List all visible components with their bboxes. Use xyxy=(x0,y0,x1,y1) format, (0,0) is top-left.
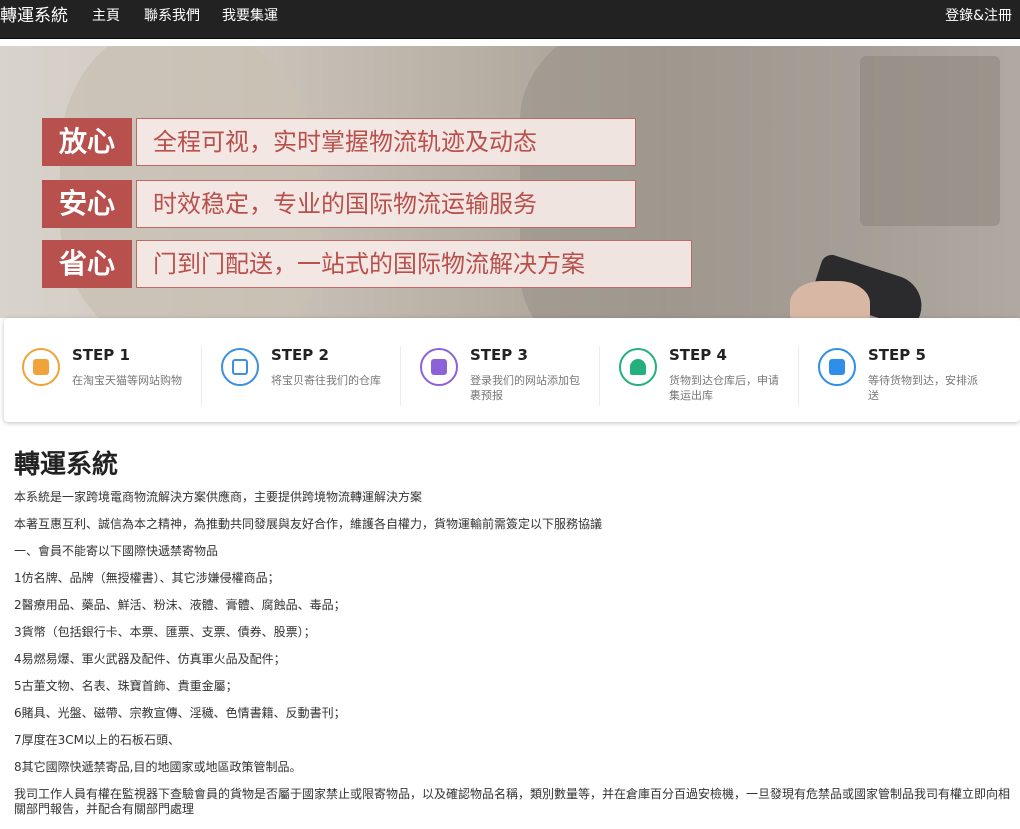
wallet-icon xyxy=(420,348,458,386)
paragraph: 本系統是一家跨境電商物流解決方案供應商，主要提供跨境物流轉運解決方案 xyxy=(14,490,423,504)
step-description: 登录我们的网站添加包裹预报 xyxy=(470,374,580,402)
step-description: 等待货物到达，安排派送 xyxy=(868,374,978,402)
paragraph: 1仿名牌、品牌（無授權書）、其它涉嫌侵權商品； xyxy=(14,571,280,585)
paragraph: 一、會員不能寄以下國際快遞禁寄物品 xyxy=(14,544,219,558)
paragraph: 7厚度在3CM以上的石板石頭、 xyxy=(14,733,181,747)
clipboard-check-icon xyxy=(818,348,856,386)
banner-slogan-3: 省心 门到门配送，一站式的国际物流解决方案 xyxy=(42,240,692,288)
paragraph: 4易燃易爆、軍火武器及配件、仿真軍火品及配件； xyxy=(14,652,286,666)
slogan-text: 时效稳定，专业的国际物流运输服务 xyxy=(136,180,636,228)
paragraph: 本著互惠互利、誠信為本之精神，為推動共同發展與友好合作，維護各自權力，貨物運輸前… xyxy=(14,517,603,531)
paragraph: 6賭具、光盤、磁帶、宗教宣傳、淫穢、色情書籍、反動書刊； xyxy=(14,706,346,720)
paragraph: 8其它國際快遞禁寄品,目的地國家或地區政策管制品。 xyxy=(14,760,302,774)
page-title: 轉運系統 xyxy=(14,450,119,480)
shipping-steps-panel: STEP 1 在淘宝天猫等网站购物 STEP 2 将宝贝寄往我们的仓库 STEP… xyxy=(4,318,1020,422)
banner-slogan-2: 安心 时效稳定，专业的国际物流运输服务 xyxy=(42,180,636,228)
paragraph: 我司工作人員有權在監視器下查驗會員的貨物是否屬于國家禁止或限寄物品，以及確認物品… xyxy=(14,787,1011,816)
brand-logo[interactable]: 轉運系統 xyxy=(0,0,68,32)
nav-link-home[interactable]: 主頁 xyxy=(92,0,120,32)
step-title: STEP 3 xyxy=(470,346,528,364)
banner-photo-pocket xyxy=(860,56,1000,226)
shopping-bag-icon xyxy=(22,348,60,386)
paragraph: 5古董文物、名表、珠寶首飾、貴重金屬； xyxy=(14,679,238,693)
banner-photo-hand xyxy=(790,281,870,318)
step-description: 在淘宝天猫等网站购物 xyxy=(72,374,182,387)
step-description: 货物到达仓库后，申请集运出库 xyxy=(669,374,779,402)
step-item-2: STEP 2 将宝贝寄往我们的仓库 xyxy=(201,346,401,406)
step-item-4: STEP 4 货物到达仓库后，申请集运出库 xyxy=(599,346,799,406)
step-title: STEP 5 xyxy=(868,346,926,364)
paragraph: 2醫療用品、藥品、鮮活、粉沫、液體、膏體、腐蝕品、毒品； xyxy=(14,598,346,612)
paragraph: 3貨幣（包括銀行卡、本票、匯票、支票、債券、股票）； xyxy=(14,625,316,639)
nav-link-contact[interactable]: 聯系我們 xyxy=(144,0,200,32)
slogan-tag: 安心 xyxy=(42,180,132,228)
step-description: 将宝贝寄往我们的仓库 xyxy=(271,374,381,387)
top-navbar: 轉運系統 主頁 聯系我們 我要集運 登錄&注冊 xyxy=(0,0,1020,39)
slogan-text: 全程可视，实时掌握物流轨迹及动态 xyxy=(136,118,636,166)
slogan-tag: 省心 xyxy=(42,240,132,288)
terms-content: 轉運系統 本系統是一家跨境電商物流解決方案供應商，主要提供跨境物流轉運解決方案 … xyxy=(14,448,1014,829)
step-item-3: STEP 3 登录我们的网站添加包裹预报 xyxy=(400,346,600,406)
step-title: STEP 1 xyxy=(72,346,130,364)
slogan-tag: 放心 xyxy=(42,118,132,166)
banner-slogan-1: 放心 全程可视，实时掌握物流轨迹及动态 xyxy=(42,118,636,166)
warehouse-truck-icon xyxy=(619,348,657,386)
step-item-5: STEP 5 等待货物到达，安排派送 xyxy=(798,346,998,406)
step-title: STEP 4 xyxy=(669,346,727,364)
slogan-text: 门到门配送，一站式的国际物流解决方案 xyxy=(136,240,692,288)
login-register-link[interactable]: 登錄&注冊 xyxy=(945,0,1012,32)
hero-banner: 放心 全程可视，实时掌握物流轨迹及动态 安心 时效稳定，专业的国际物流运输服务 … xyxy=(0,46,1020,318)
step-item-1: STEP 1 在淘宝天猫等网站购物 xyxy=(6,346,202,406)
step-title: STEP 2 xyxy=(271,346,329,364)
edit-document-icon xyxy=(221,348,259,386)
nav-link-consolidation[interactable]: 我要集運 xyxy=(222,0,278,32)
